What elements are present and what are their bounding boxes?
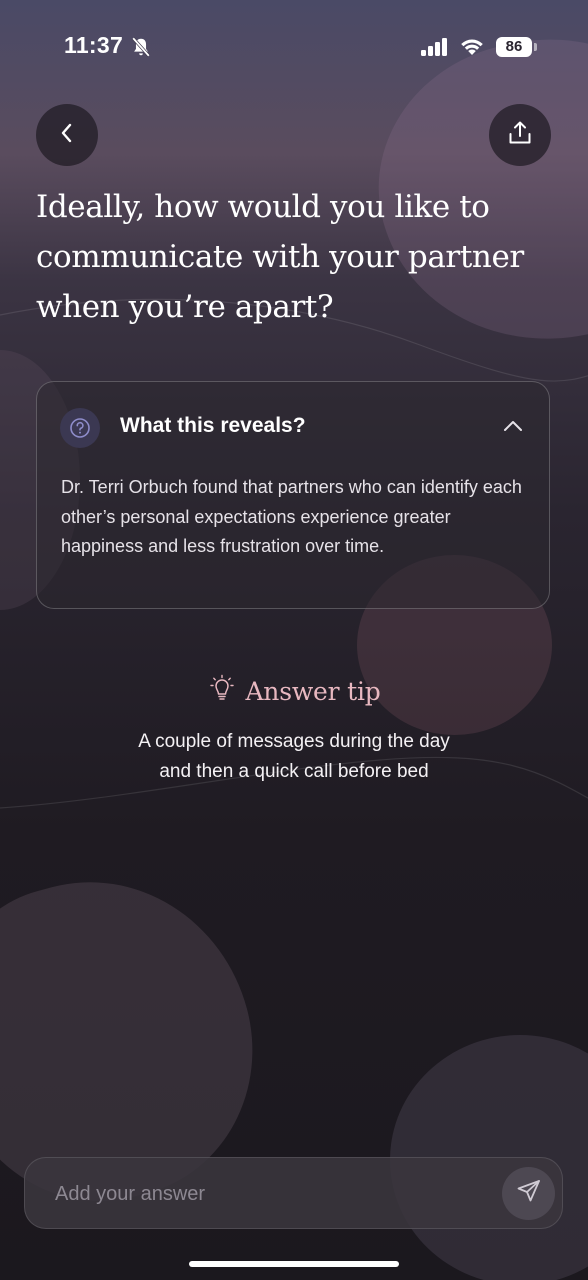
home-indicator[interactable]	[189, 1261, 399, 1267]
chevron-up-icon	[503, 419, 523, 438]
bell-slash-icon	[130, 36, 152, 63]
battery-level: 86	[496, 37, 532, 57]
question-title: Ideally, how would you like to communica…	[36, 189, 524, 325]
question-circle-icon	[60, 408, 100, 448]
lightbulb-icon	[207, 674, 237, 709]
send-icon	[516, 1178, 542, 1209]
answer-tip-line: and then a quick call before bed	[159, 761, 429, 782]
answer-bar	[24, 1157, 563, 1229]
signal-icon	[421, 38, 449, 61]
chevron-left-icon	[56, 122, 78, 149]
answer-tip-title: Answer tip	[245, 677, 381, 706]
reveals-body: Dr. Terri Orbuch found that partners who…	[61, 477, 522, 556]
wifi-icon	[459, 35, 485, 62]
share-button[interactable]	[489, 104, 551, 166]
status-bar: 11:37 86	[0, 0, 588, 96]
answer-input[interactable]	[55, 1176, 475, 1212]
status-time: 11:37	[64, 32, 124, 58]
answer-tip-heading: Answer tip	[0, 674, 588, 709]
reveals-title: What this reveals?	[120, 414, 306, 437]
answer-tip-line: A couple of messages during the day	[138, 731, 450, 752]
reveals-card: What this reveals? Dr. Terri Orbuch foun…	[36, 381, 550, 609]
send-button[interactable]	[502, 1167, 555, 1220]
answer-tip-text: A couple of messages during the day and t…	[0, 727, 588, 787]
share-icon	[506, 119, 534, 152]
battery-icon	[534, 43, 537, 51]
reveals-toggle[interactable]: What this reveals?	[37, 382, 549, 474]
back-button[interactable]	[36, 104, 98, 166]
